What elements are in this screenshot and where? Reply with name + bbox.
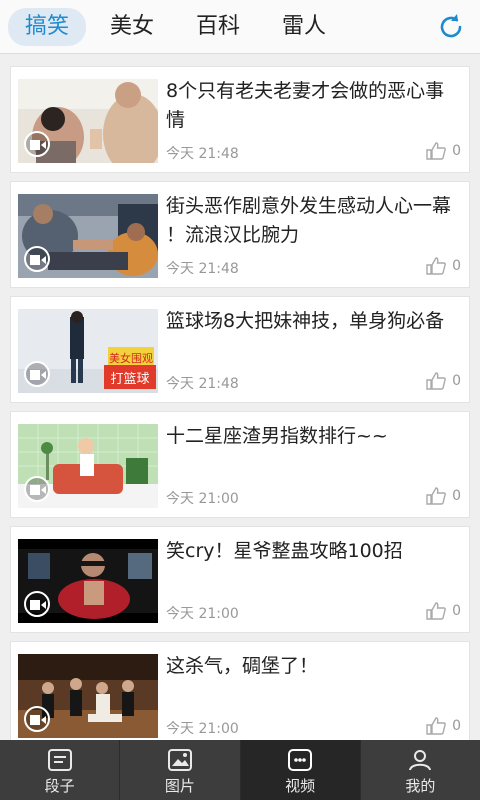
like-count: 0 bbox=[452, 258, 461, 274]
video-play-icon bbox=[24, 591, 50, 617]
video-title[interactable]: 街头恶作剧意外发生感动人心一幕 ！流浪汉比腕力 bbox=[166, 192, 461, 250]
thumbs-up-icon bbox=[426, 372, 446, 390]
like-count: 0 bbox=[452, 373, 461, 389]
list-item[interactable]: 这杀气，碉堡了！ 今天 21:00 0 bbox=[10, 641, 470, 740]
nav-jokes[interactable]: 段子 bbox=[0, 740, 121, 800]
like-button[interactable]: 0 bbox=[426, 256, 461, 276]
tab-encyclopedia[interactable]: 百科 bbox=[186, 8, 250, 46]
video-title[interactable]: 这杀气，碉堡了！ bbox=[166, 652, 461, 681]
video-time: 今天 21:48 bbox=[166, 376, 239, 392]
video-time: 今天 21:00 bbox=[166, 606, 239, 622]
like-count: 0 bbox=[452, 488, 461, 504]
thumbs-up-icon bbox=[426, 257, 446, 275]
video-title[interactable]: 十二星座渣男指数排行~~ bbox=[166, 422, 461, 451]
thumbs-up-icon bbox=[426, 142, 446, 160]
bottom-navigation: 段子 图片 视频 我的 bbox=[0, 740, 480, 800]
refresh-icon[interactable] bbox=[436, 12, 466, 42]
video-time: 今天 21:48 bbox=[166, 146, 239, 162]
video-time: 今天 21:00 bbox=[166, 721, 239, 737]
video-thumbnail[interactable] bbox=[18, 539, 158, 623]
list-item[interactable]: 美女围观 打篮球 篮球场8大把妹神技，单身狗必备 今天 21:48 0 bbox=[10, 296, 470, 403]
thumbs-up-icon bbox=[426, 487, 446, 505]
thumbs-up-icon bbox=[426, 717, 446, 735]
tab-beauty[interactable]: 美女 bbox=[100, 8, 164, 46]
image-icon bbox=[167, 748, 193, 776]
like-count: 0 bbox=[452, 603, 461, 619]
video-thumbnail[interactable] bbox=[18, 79, 158, 163]
svg-text:打篮球: 打篮球 bbox=[110, 372, 149, 387]
profile-icon bbox=[407, 748, 433, 776]
jokes-icon bbox=[47, 748, 73, 776]
video-play-icon bbox=[24, 361, 50, 387]
video-title[interactable]: 篮球场8大把妹神技，单身狗必备 bbox=[166, 307, 461, 336]
list-item[interactable]: 笑cry！星爷整蛊攻略100招 今天 21:00 0 bbox=[10, 526, 470, 633]
tab-funny[interactable]: 搞笑 bbox=[8, 8, 86, 46]
video-time: 今天 21:00 bbox=[166, 491, 239, 507]
video-thumbnail[interactable]: 美女围观 打篮球 bbox=[18, 309, 158, 393]
like-count: 0 bbox=[452, 718, 461, 734]
nav-label: 图片 bbox=[164, 777, 195, 795]
like-button[interactable]: 0 bbox=[426, 371, 461, 391]
svg-text:美女围观: 美女围观 bbox=[109, 351, 153, 365]
video-play-icon bbox=[24, 476, 50, 502]
video-play-icon bbox=[24, 131, 50, 157]
video-icon bbox=[287, 748, 313, 776]
list-item[interactable]: 十二星座渣男指数排行~~ 今天 21:00 0 bbox=[10, 411, 470, 518]
video-title[interactable]: 笑cry！星爷整蛊攻略100招 bbox=[166, 537, 461, 566]
nav-profile[interactable]: 我的 bbox=[361, 740, 480, 800]
like-count: 0 bbox=[452, 143, 461, 159]
app-screen: 搞笑 美女 百科 雷人 8个只有老夫老妻才会做的恶心事情 今天 21:48 0 … bbox=[0, 0, 480, 800]
video-thumbnail[interactable] bbox=[18, 424, 158, 508]
nav-label: 我的 bbox=[405, 777, 436, 795]
video-play-icon bbox=[24, 246, 50, 272]
like-button[interactable]: 0 bbox=[426, 716, 461, 736]
like-button[interactable]: 0 bbox=[426, 486, 461, 506]
nav-videos[interactable]: 视频 bbox=[240, 740, 361, 800]
list-item[interactable]: 8个只有老夫老妻才会做的恶心事情 今天 21:48 0 bbox=[10, 66, 470, 173]
thumbs-up-icon bbox=[426, 602, 446, 620]
like-button[interactable]: 0 bbox=[426, 141, 461, 161]
video-feed[interactable]: 8个只有老夫老妻才会做的恶心事情 今天 21:48 0 街头恶作剧意外发生感动人… bbox=[0, 54, 480, 740]
tab-weird[interactable]: 雷人 bbox=[272, 8, 336, 46]
nav-label: 段子 bbox=[44, 777, 75, 795]
category-tab-bar: 搞笑 美女 百科 雷人 bbox=[0, 0, 480, 54]
nav-label: 视频 bbox=[285, 777, 316, 795]
video-title[interactable]: 8个只有老夫老妻才会做的恶心事情 bbox=[166, 77, 461, 135]
list-item[interactable]: 街头恶作剧意外发生感动人心一幕 ！流浪汉比腕力 今天 21:48 0 bbox=[10, 181, 470, 288]
video-time: 今天 21:48 bbox=[166, 261, 239, 277]
video-thumbnail[interactable] bbox=[18, 654, 158, 738]
video-thumbnail[interactable] bbox=[18, 194, 158, 278]
like-button[interactable]: 0 bbox=[426, 601, 461, 621]
nav-images[interactable]: 图片 bbox=[120, 740, 241, 800]
video-play-icon bbox=[24, 706, 50, 732]
